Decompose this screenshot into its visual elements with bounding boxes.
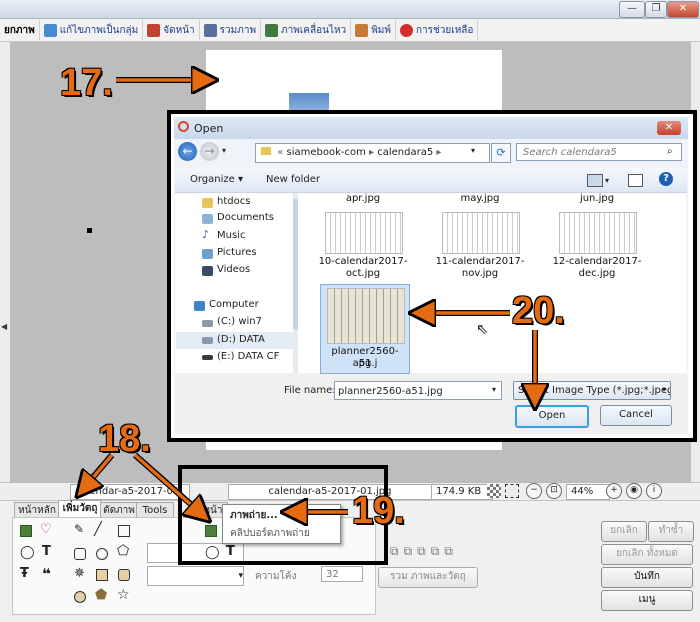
callout-18: 18. bbox=[98, 418, 151, 460]
callout-20: 20. bbox=[512, 290, 565, 332]
arrow-18-right bbox=[133, 453, 206, 518]
callout-19: 19. bbox=[352, 490, 405, 532]
callout-17: 17. bbox=[60, 62, 113, 104]
